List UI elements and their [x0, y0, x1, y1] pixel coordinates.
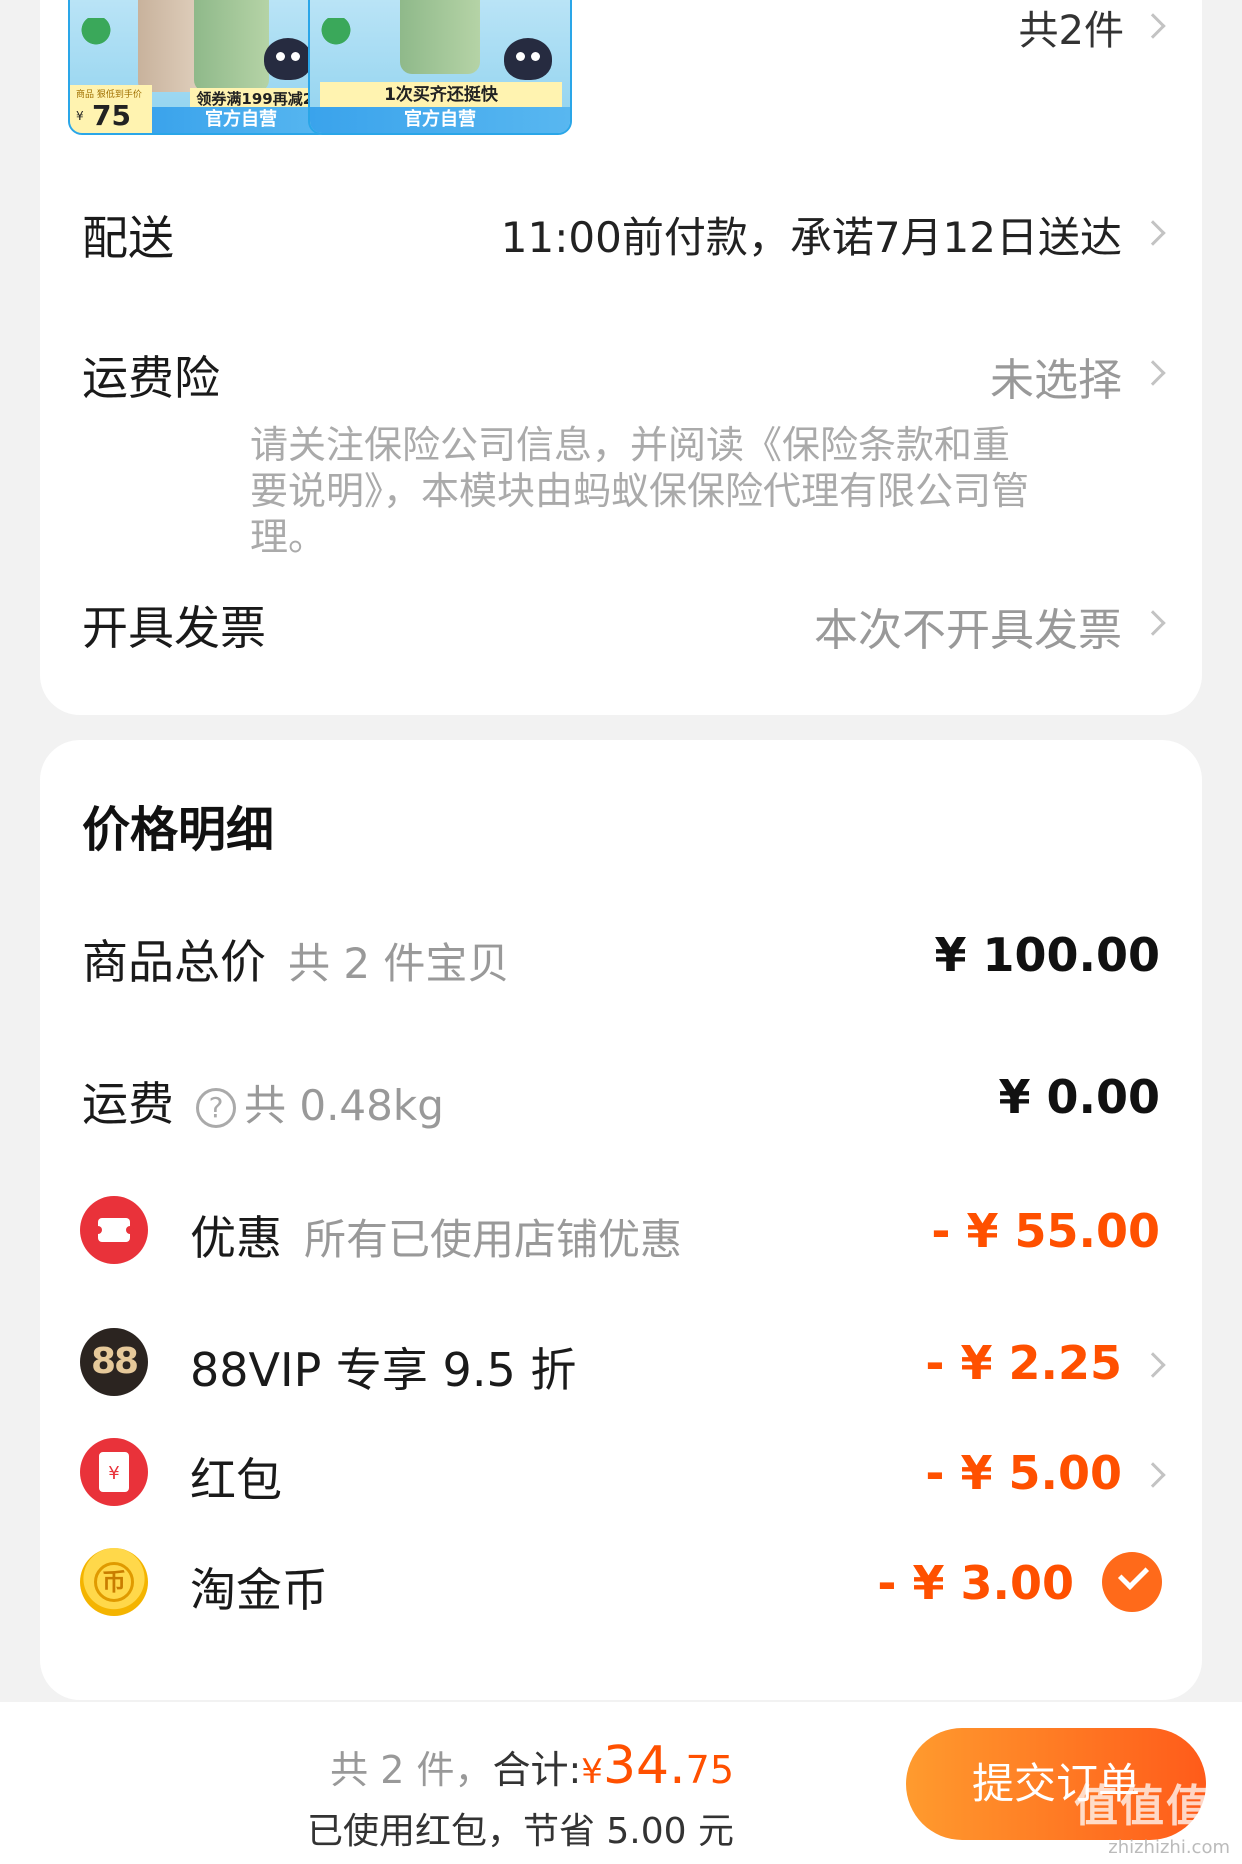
invoice-value: 本次不开具发票	[814, 605, 1122, 656]
bottom-bar: 共 2 件，合计:¥34.75 已使用红包，节省 5.00 元 提交订单 值值值…	[0, 1702, 1242, 1864]
discount-label-text: 优惠	[190, 1211, 282, 1265]
shipping-insurance-value: 未选择	[990, 355, 1122, 406]
palm-icon	[74, 18, 118, 58]
insurance-note: 请关注保险公司信息，并阅读《保险条款和重要说明》，本模块由蚂蚁保保险代理有限公司…	[250, 423, 1030, 559]
goods-total-sub: 共 2 件宝贝	[288, 939, 510, 988]
goods-total-label-text: 商品总价	[82, 935, 266, 989]
help-icon[interactable]: ?	[196, 1087, 236, 1128]
shipping-insurance-label: 运费险	[82, 351, 220, 405]
item-count-summary: 共 2 件，	[330, 1748, 493, 1792]
delivery-label: 配送	[82, 211, 174, 265]
watermark-url: zhizhizhi.com	[1108, 1837, 1230, 1858]
invoice-label: 开具发票	[82, 601, 266, 655]
tmall-cat-icon	[264, 38, 312, 80]
chevron-right-icon	[1140, 1462, 1166, 1488]
total-amount: 34.	[602, 1736, 686, 1796]
shipping-fee-label: 运费? 共 0.48kg	[82, 1068, 444, 1134]
self-operated-tag: 官方自营	[152, 107, 330, 133]
palm-icon	[314, 18, 358, 58]
discount-value: - ¥ 55.00	[931, 1204, 1160, 1258]
vip-label: 88VIP 专享 9.5 折	[190, 1343, 577, 1397]
chevron-right-icon	[1140, 1352, 1166, 1378]
shipping-fee-label-text: 运费	[82, 1077, 174, 1131]
red-packet-icon: ¥	[80, 1438, 148, 1506]
red-packet-icon-glyph: ¥	[99, 1452, 129, 1492]
shipping-weight: 共 0.48kg	[244, 1081, 444, 1130]
product-thumbnail-1[interactable]: 领券满199再减25 商品 狠低到手价 ¥ 75 官方自营	[68, 0, 332, 135]
item-count[interactable]: 共2件	[1019, 0, 1124, 56]
watermark-logo: 值值值	[1074, 1781, 1212, 1832]
total-label: 合计:	[492, 1748, 582, 1792]
total-currency: ¥	[581, 1752, 603, 1792]
tmall-cat-icon	[504, 38, 552, 80]
savings-text: 已使用红包，节省 5.00 元	[306, 1811, 734, 1852]
gold-coin-icon: 币	[80, 1548, 148, 1616]
price-tag: 商品 狠低到手价 ¥ 75	[70, 85, 152, 133]
vip-value: - ¥ 2.25	[925, 1336, 1122, 1390]
chevron-right-icon	[1140, 360, 1166, 386]
price-detail-title: 价格明细	[82, 802, 275, 858]
price-detail-card: 价格明细 商品总价共 2 件宝贝 ¥ 100.00 运费? 共 0.48kg ¥ …	[40, 740, 1202, 1700]
self-operated-tag: 官方自营	[310, 107, 570, 133]
taojinbi-label: 淘金币	[190, 1563, 328, 1617]
chevron-right-icon	[1140, 610, 1166, 636]
delivery-value: 11:00前付款，承诺7月12日送达	[500, 213, 1122, 262]
product-thumbnail-2[interactable]: 1次买齐还挺快 官方自营	[308, 0, 572, 135]
goods-total-label: 商品总价共 2 件宝贝	[82, 926, 509, 992]
goods-total-value: ¥ 100.00	[934, 928, 1160, 982]
chevron-right-icon	[1140, 220, 1166, 246]
chevron-right-icon[interactable]	[1140, 13, 1166, 39]
taojinbi-value: - ¥ 3.00	[877, 1556, 1074, 1610]
total-summary: 共 2 件，合计:¥34.75	[330, 1736, 734, 1796]
order-info-card: 领券满199再减25 商品 狠低到手价 ¥ 75 官方自营 1次买齐还挺快 官方…	[40, 0, 1202, 715]
checkmark-icon[interactable]	[1102, 1552, 1162, 1612]
gold-coin-icon-glyph: 币	[94, 1562, 134, 1602]
total-cents: 75	[685, 1748, 734, 1792]
coupon-icon	[80, 1196, 148, 1264]
price-tag-amount: 75	[92, 99, 131, 132]
product-image	[400, 0, 480, 74]
shipping-fee-value: ¥ 0.00	[998, 1070, 1160, 1124]
88vip-icon: 88	[80, 1328, 148, 1396]
red-packet-value: - ¥ 5.00	[925, 1446, 1122, 1500]
price-tag-currency: ¥	[76, 109, 84, 123]
red-packet-label: 红包	[190, 1453, 282, 1507]
discount-label: 优惠 所有已使用店铺优惠	[190, 1202, 682, 1268]
promo-tag: 1次买齐还挺快	[320, 82, 562, 108]
discount-sub: 所有已使用店铺优惠	[304, 1215, 683, 1264]
product-image	[194, 0, 269, 92]
